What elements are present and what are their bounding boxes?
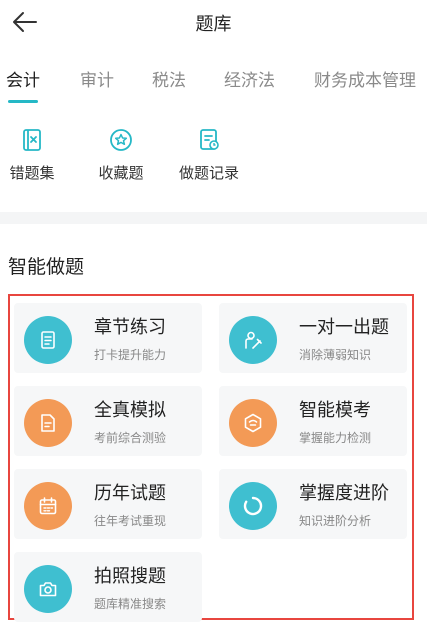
quick-action-label: 收藏题 [98, 164, 144, 182]
card-one-on-one[interactable]: 一对一出题 消除薄弱知识 [219, 303, 407, 373]
quick-action-favorites[interactable]: 收藏题 [86, 128, 156, 183]
record-icon [200, 129, 219, 150]
section-title: 智能做题 [8, 256, 85, 278]
card-chapter-practice[interactable]: 章节练习 打卡提升能力 [14, 303, 202, 373]
card-full-mock-exam[interactable]: 全真模拟 考前综合测验 [14, 386, 202, 456]
camera-icon [39, 582, 57, 597]
card-title: 一对一出题 [299, 317, 389, 338]
card-title: 历年试题 [94, 483, 166, 504]
calendar-icon [39, 497, 57, 515]
card-mastery-advance[interactable]: 掌握度进阶 知识进阶分析 [219, 469, 407, 539]
card-subtitle: 打卡提升能力 [94, 348, 167, 362]
card-title: 章节练习 [94, 317, 166, 338]
tab-economic-law[interactable]: 经济法 [224, 66, 275, 91]
card-icon-circle [24, 565, 72, 613]
tab-financial-cost-management[interactable]: 财务成本管理 [314, 66, 416, 91]
document-icon [41, 331, 55, 349]
exam-paper-icon [41, 414, 55, 432]
quick-action-label: 做题记录 [178, 164, 239, 182]
card-title: 智能模考 [299, 400, 371, 421]
card-icon-circle [229, 399, 277, 447]
smart-hexagon-icon [244, 413, 262, 433]
quick-action-wrong-questions[interactable]: 错题集 [0, 128, 67, 183]
card-icon-circle [24, 316, 72, 364]
progress-ring-icon [243, 496, 263, 516]
tab-accounting[interactable]: 会计 [6, 66, 40, 91]
quick-action-label: 错题集 [9, 164, 55, 182]
person-pen-icon [245, 331, 262, 349]
card-icon-circle [229, 482, 277, 530]
subject-tabs: 会计 审计 税法 经济法 财务成本管理 [0, 62, 427, 106]
card-subtitle: 题库精准搜索 [94, 597, 167, 611]
card-past-exams[interactable]: 历年试题 往年考试重现 [14, 469, 202, 539]
active-tab-indicator [8, 100, 38, 103]
card-subtitle: 掌握能力检测 [299, 431, 372, 445]
card-subtitle: 知识进阶分析 [299, 514, 372, 528]
wrong-book-icon [23, 129, 41, 151]
card-subtitle: 消除薄弱知识 [299, 348, 372, 362]
card-subtitle: 往年考试重现 [94, 514, 167, 528]
card-title: 拍照搜题 [94, 566, 166, 587]
card-icon-circle [24, 482, 72, 530]
card-photo-search[interactable]: 拍照搜题 题库精准搜索 [14, 552, 202, 622]
card-title: 全真模拟 [94, 400, 166, 421]
card-icon-circle [229, 316, 277, 364]
tab-tax-law[interactable]: 税法 [152, 66, 186, 91]
card-icon-circle [24, 399, 72, 447]
quick-action-practice-history[interactable]: 做题记录 [174, 128, 244, 183]
star-badge-icon [110, 129, 132, 151]
tab-audit[interactable]: 审计 [80, 66, 114, 91]
top-bar: 题库 [0, 0, 427, 44]
section-divider [0, 212, 427, 224]
page-title: 题库 [195, 14, 232, 35]
card-subtitle: 考前综合测验 [94, 431, 167, 445]
card-title: 掌握度进阶 [299, 483, 389, 504]
card-smart-mock-exam[interactable]: 智能模考 掌握能力检测 [219, 386, 407, 456]
